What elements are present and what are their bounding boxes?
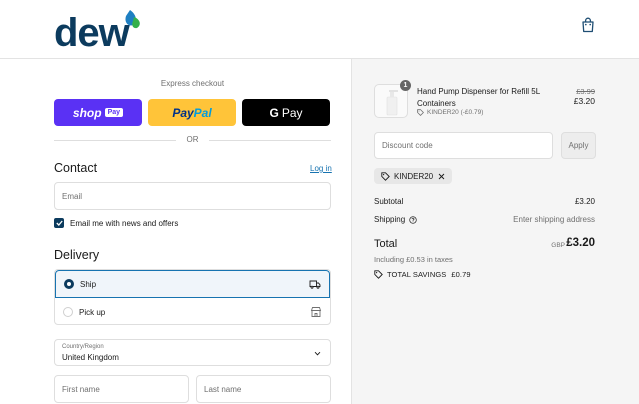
google-g-icon: G — [269, 105, 279, 120]
discount-field-wrapper — [374, 132, 553, 159]
email-input[interactable] — [55, 183, 330, 209]
truck-icon — [309, 280, 321, 289]
country-select[interactable]: Country/Region United Kingdom — [54, 339, 331, 366]
discount-code-input[interactable] — [375, 133, 552, 158]
country-value: United Kingdom — [62, 353, 119, 362]
login-link[interactable]: Log in — [310, 164, 332, 173]
product-price-discounted: £3.20 — [573, 96, 595, 106]
tag-icon — [381, 171, 390, 181]
savings-value: £0.79 — [451, 270, 471, 279]
total-label: Total — [374, 238, 398, 250]
checkmark-icon — [55, 220, 63, 226]
applied-discount-code: KINDER20 — [394, 171, 434, 181]
paypal-label-part1: Pay — [172, 105, 194, 120]
product-discount-text: KINDER20 (-£0.79) — [427, 109, 484, 116]
country-label: Country/Region — [62, 344, 104, 350]
delivery-option-ship[interactable]: Ship — [55, 270, 330, 298]
first-name-wrapper — [54, 375, 189, 403]
help-icon[interactable] — [409, 215, 417, 224]
shop-pay-label: shop — [72, 105, 102, 120]
news-checkbox-row: Email me with news and offers — [54, 218, 178, 228]
divider-line-right — [209, 140, 331, 141]
savings-label: TOTAL SAVINGS — [387, 270, 447, 279]
product-price-original: £3.99 — [576, 87, 595, 96]
apply-discount-button[interactable]: Apply — [561, 132, 596, 159]
remove-discount-icon[interactable] — [438, 173, 445, 180]
product-discount: KINDER20 (-£0.79) — [417, 109, 483, 116]
last-name-wrapper — [196, 375, 331, 403]
subtotal-value: £3.20 — [574, 197, 595, 206]
delivery-option-pickup[interactable]: Pick up — [55, 298, 330, 324]
total-value: £3.20 — [566, 237, 595, 249]
shipping-label: Shipping — [374, 215, 406, 224]
total-savings: TOTAL SAVINGS £0.79 — [374, 270, 471, 279]
quantity-badge: 1 — [400, 80, 411, 91]
contact-title: Contact — [54, 161, 98, 175]
tax-note: Including £0.53 in taxes — [374, 255, 453, 264]
shop-pay-button[interactable]: shop Pay — [54, 99, 142, 126]
last-name-input[interactable] — [197, 376, 330, 402]
tag-icon — [417, 109, 424, 116]
store-icon — [310, 307, 322, 317]
tag-icon — [374, 270, 383, 279]
paypal-button[interactable]: Pay Pal — [148, 99, 236, 126]
checkout-form: Express checkout shop Pay Pay Pal G Pay O… — [0, 59, 351, 404]
news-checkbox-label: Email me with news and offers — [70, 218, 179, 228]
order-summary: 1 Hand Pump Dispenser for Refill 5L Cont… — [351, 59, 639, 404]
chevron-down-icon — [314, 351, 321, 356]
delivery-title: Delivery — [54, 248, 100, 262]
google-pay-button[interactable]: G Pay — [242, 99, 330, 126]
dew-logo[interactable]: dew — [54, 7, 144, 51]
google-pay-label: Pay — [281, 105, 303, 120]
express-checkout-title: Express checkout — [160, 79, 225, 88]
svg-text:dew: dew — [54, 11, 131, 51]
ship-radio[interactable] — [64, 279, 74, 289]
shipping-value: Enter shipping address — [513, 215, 595, 224]
or-divider: OR — [54, 135, 331, 145]
first-name-input[interactable] — [55, 376, 188, 402]
email-field-wrapper — [54, 182, 331, 210]
shop-pay-badge: Pay — [104, 108, 124, 117]
product-name: Hand Pump Dispenser for Refill 5L Contai… — [417, 87, 540, 108]
total-currency: GBP — [551, 242, 565, 249]
subtotal-label: Subtotal — [374, 197, 404, 206]
shipping-label-row: Shipping — [374, 215, 417, 224]
shopping-bag-icon[interactable] — [581, 17, 595, 33]
ship-label: Ship — [80, 279, 97, 289]
applied-discount-tag: KINDER20 — [374, 168, 453, 184]
delivery-method-group: Ship Pick up — [54, 269, 331, 325]
paypal-label-part2: Pal — [193, 105, 212, 120]
pickup-radio[interactable] — [63, 307, 73, 317]
pickup-label: Pick up — [79, 307, 106, 317]
news-checkbox[interactable] — [54, 218, 64, 228]
site-header: dew — [0, 0, 639, 59]
